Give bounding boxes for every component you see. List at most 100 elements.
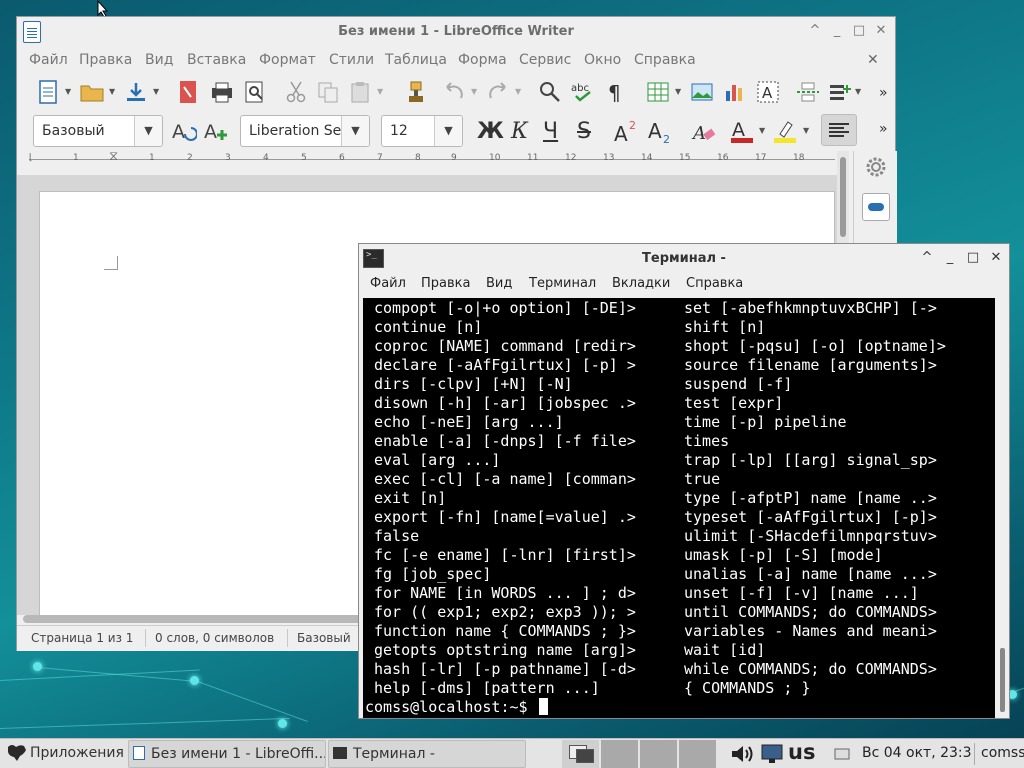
keyboard-layout-indicator[interactable]: us xyxy=(788,740,815,764)
network-icon[interactable] xyxy=(760,743,784,765)
horizontal-ruler[interactable]: ⌊ 1 ⧖ 1 2 3 4 5 6 7 8 9 10 11 12 13 14 1… xyxy=(29,149,835,171)
chevron-down-icon[interactable]: ▼ xyxy=(341,116,369,146)
cut-icon[interactable] xyxy=(283,79,309,105)
collapse-icon[interactable]: ^ xyxy=(919,250,935,266)
print-preview-icon[interactable] xyxy=(242,79,268,105)
open-folder-icon[interactable] xyxy=(79,79,105,105)
workspace-1[interactable] xyxy=(562,740,600,768)
minimize-button[interactable]: _ xyxy=(942,250,958,266)
minimize-button[interactable]: _ xyxy=(829,23,845,39)
underline-icon[interactable]: Ч xyxy=(543,119,558,144)
scrollbar-thumb[interactable] xyxy=(1000,648,1005,712)
collapse-icon[interactable]: ^ xyxy=(807,23,823,39)
chevron-down-icon[interactable]: ▼ xyxy=(65,79,73,105)
menu-help[interactable]: Справка xyxy=(634,52,696,68)
chevron-down-icon[interactable]: ▼ xyxy=(855,79,863,105)
update-style-icon[interactable]: A xyxy=(171,118,197,144)
menu-insert[interactable]: Вставка xyxy=(187,52,246,68)
chevron-down-icon[interactable]: ▼ xyxy=(434,116,462,146)
insert-chart-icon[interactable] xyxy=(722,79,748,105)
undo-icon[interactable] xyxy=(441,79,467,105)
menu-table[interactable]: Таблица xyxy=(385,52,447,68)
insert-image-icon[interactable] xyxy=(689,79,715,105)
find-replace-icon[interactable] xyxy=(537,79,563,105)
clock[interactable]: Вс 04 окт, 23:39 xyxy=(862,740,972,768)
superscript-icon[interactable]: A2 xyxy=(614,118,640,144)
chevron-down-icon[interactable]: ▼ xyxy=(803,118,811,144)
tab-stop-marker[interactable]: ⌊ xyxy=(29,153,33,163)
menu-file[interactable]: Файл xyxy=(29,52,68,68)
status-page-count[interactable]: Страница 1 из 1 xyxy=(31,631,133,645)
menu-help[interactable]: Справка xyxy=(686,276,743,291)
toolbar-overflow-icon[interactable]: » xyxy=(879,121,888,137)
properties-button[interactable] xyxy=(862,193,890,221)
clone-formatting-icon[interactable] xyxy=(403,79,429,105)
workspace-4[interactable] xyxy=(679,740,717,768)
writer-titlebar[interactable]: Без имени 1 - LibreOffice Writer ^ _ □ ✕ xyxy=(17,17,895,47)
menu-form[interactable]: Форма xyxy=(458,52,507,68)
redo-icon[interactable] xyxy=(485,79,511,105)
highlight-color-icon[interactable] xyxy=(772,118,798,144)
notification-icon[interactable] xyxy=(834,746,850,762)
paste-icon[interactable] xyxy=(347,79,373,105)
close-document-icon[interactable]: ✕ xyxy=(867,52,879,68)
task-writer[interactable]: Без имени 1 - LibreOffi... xyxy=(128,740,326,768)
maximize-button[interactable]: □ xyxy=(851,23,867,39)
chevron-down-icon[interactable]: ▼ xyxy=(675,79,683,105)
insert-field-icon[interactable] xyxy=(827,79,853,105)
strikethrough-icon[interactable]: S xyxy=(577,119,591,144)
chevron-down-icon[interactable]: ▼ xyxy=(153,79,161,105)
menu-window[interactable]: Окно xyxy=(584,52,621,68)
workspace-2[interactable] xyxy=(601,740,639,768)
new-style-icon[interactable]: A xyxy=(203,118,229,144)
menu-view[interactable]: Вид xyxy=(145,52,173,68)
insert-page-break-icon[interactable] xyxy=(795,79,821,105)
gear-icon[interactable] xyxy=(864,155,888,179)
new-document-icon[interactable] xyxy=(35,79,61,105)
xfce-mouse-icon[interactable] xyxy=(6,743,28,763)
formatting-marks-icon[interactable]: ¶ xyxy=(603,79,629,105)
status-word-count[interactable]: 0 слов, 0 символов xyxy=(155,631,274,645)
status-page-style[interactable]: Базовый xyxy=(297,631,351,645)
subscript-icon[interactable]: A2 xyxy=(648,118,674,144)
spelling-icon[interactable]: abc xyxy=(570,79,596,105)
volume-icon[interactable] xyxy=(730,744,754,764)
maximize-button[interactable]: □ xyxy=(965,250,981,266)
menu-edit[interactable]: Правка xyxy=(421,276,470,291)
insert-table-icon[interactable] xyxy=(645,79,671,105)
menu-edit[interactable]: Правка xyxy=(79,52,132,68)
copy-icon[interactable] xyxy=(315,79,341,105)
applications-menu[interactable]: Приложения : xyxy=(30,740,126,768)
scrollbar-thumb[interactable] xyxy=(840,157,846,237)
align-left-button[interactable] xyxy=(821,114,857,146)
terminal-scrollbar[interactable] xyxy=(996,298,1008,718)
chevron-down-icon[interactable]: ▼ xyxy=(134,116,162,146)
close-button[interactable]: ✕ xyxy=(873,23,889,39)
close-button[interactable]: ✕ xyxy=(988,250,1004,266)
clear-formatting-icon[interactable]: A xyxy=(691,118,717,144)
italic-icon[interactable]: К xyxy=(511,119,528,144)
terminal-output[interactable]: compopt [-o|+o option] [-DE]> continue [n… xyxy=(363,298,995,718)
menu-tabs[interactable]: Вкладки xyxy=(612,276,670,291)
save-icon[interactable] xyxy=(123,79,149,105)
menu-format[interactable]: Формат xyxy=(259,52,316,68)
paragraph-style-select[interactable]: Базовый ▼ xyxy=(33,115,163,147)
print-icon[interactable] xyxy=(209,79,235,105)
workspace-3[interactable] xyxy=(640,740,678,768)
menu-file[interactable]: Файл xyxy=(370,276,406,291)
insert-textbox-icon[interactable]: A xyxy=(755,79,781,105)
font-color-icon[interactable]: A xyxy=(729,118,755,144)
chevron-down-icon[interactable]: ▼ xyxy=(471,79,479,105)
terminal-titlebar[interactable]: Терминал - ^ _ □ ✕ xyxy=(359,244,1009,274)
menu-view[interactable]: Вид xyxy=(486,276,512,291)
terminal-prompt-line[interactable]: comss@localhost:~$ xyxy=(365,698,548,717)
indent-marker[interactable]: ⧖ xyxy=(109,149,118,164)
font-name-select[interactable]: Liberation Se ▼ xyxy=(240,115,370,147)
export-pdf-icon[interactable] xyxy=(175,79,201,105)
chevron-down-icon[interactable]: ▼ xyxy=(515,79,523,105)
menu-tools[interactable]: Сервис xyxy=(519,52,571,68)
user-menu[interactable]: comss xyxy=(981,740,1024,768)
menu-styles[interactable]: Стили xyxy=(329,52,374,68)
task-terminal[interactable]: Терминал - xyxy=(328,740,526,768)
chevron-down-icon[interactable]: ▼ xyxy=(759,118,767,144)
